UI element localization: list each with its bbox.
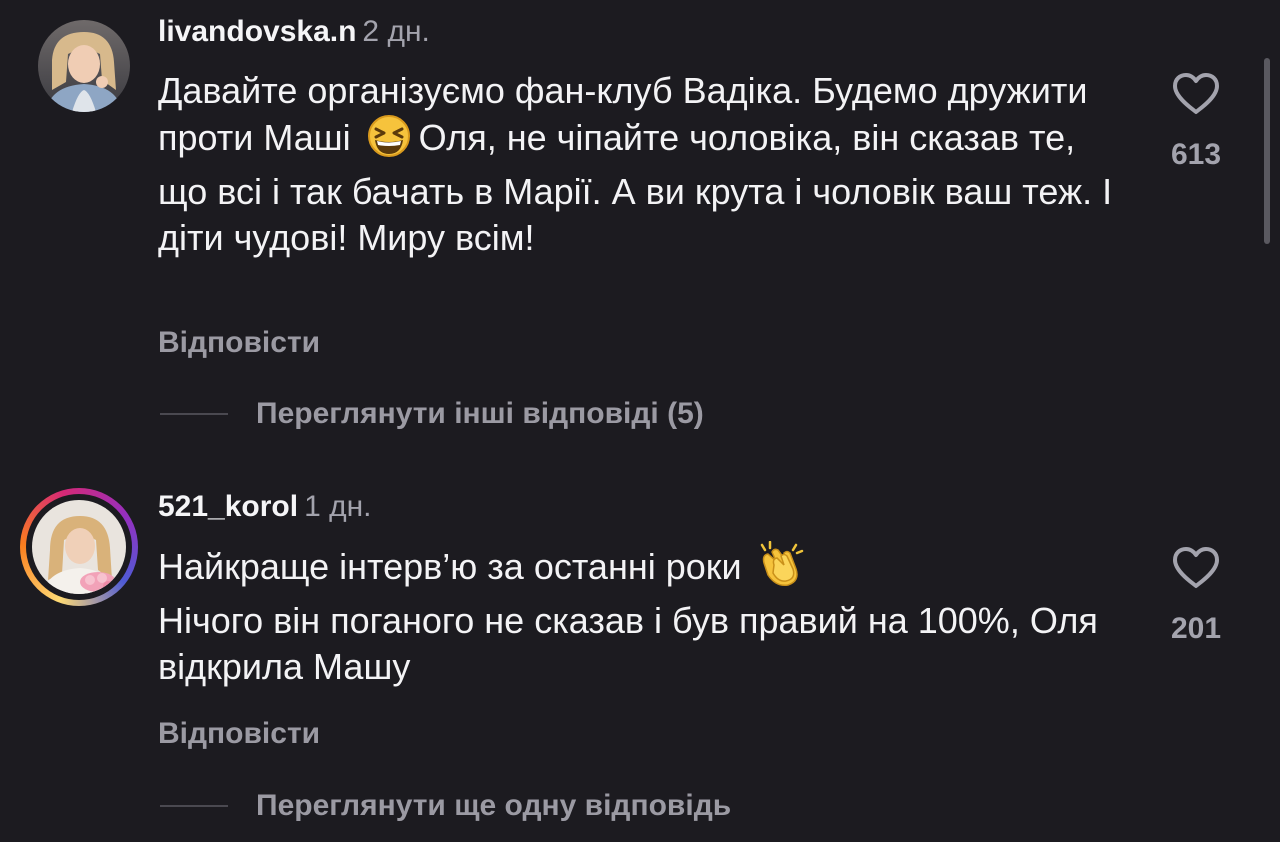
grinning-squinting-face-icon: [365, 114, 413, 169]
like-button[interactable]: 201: [1168, 546, 1224, 646]
heart-icon: [1173, 547, 1219, 588]
clapping-hands-icon: [756, 540, 806, 598]
username[interactable]: livandovska.n: [158, 15, 356, 48]
divider: [160, 413, 228, 415]
divider: [160, 805, 228, 807]
view-replies-label: Переглянути інші відповіді (5): [256, 397, 704, 430]
comment-text: Найкраще інтерв’ю за останні роки Нічого…: [158, 540, 1118, 690]
like-count: 613: [1170, 138, 1222, 171]
comment-text-part: Нічого він поганого не сказав і був прав…: [158, 600, 1098, 687]
avatar-photo: [38, 20, 130, 112]
avatar[interactable]: [28, 10, 132, 114]
timestamp: 2 дн.: [362, 15, 430, 48]
reply-button[interactable]: Відповісти: [158, 325, 320, 361]
reply-button[interactable]: Відповісти: [158, 716, 320, 752]
view-replies-button[interactable]: Переглянути інші відповіді (5): [160, 396, 704, 432]
avatar-photo: [32, 500, 126, 594]
comment-text: Давайте організуємо фан-клуб Вадіка. Буд…: [158, 68, 1118, 261]
like-count: 201: [1170, 612, 1222, 645]
timestamp: 1 дн.: [304, 490, 372, 523]
heart-icon: [1173, 73, 1219, 114]
avatar-story-ring[interactable]: [20, 488, 138, 606]
like-button[interactable]: 613: [1168, 72, 1224, 172]
username[interactable]: 521_korol: [158, 490, 298, 523]
comment-text-part: Найкраще інтерв’ю за останні роки: [158, 546, 742, 587]
view-replies-button[interactable]: Переглянути ще одну відповідь: [160, 788, 731, 824]
view-replies-label: Переглянути ще одну відповідь: [256, 789, 732, 822]
scrollbar[interactable]: [1264, 58, 1270, 244]
